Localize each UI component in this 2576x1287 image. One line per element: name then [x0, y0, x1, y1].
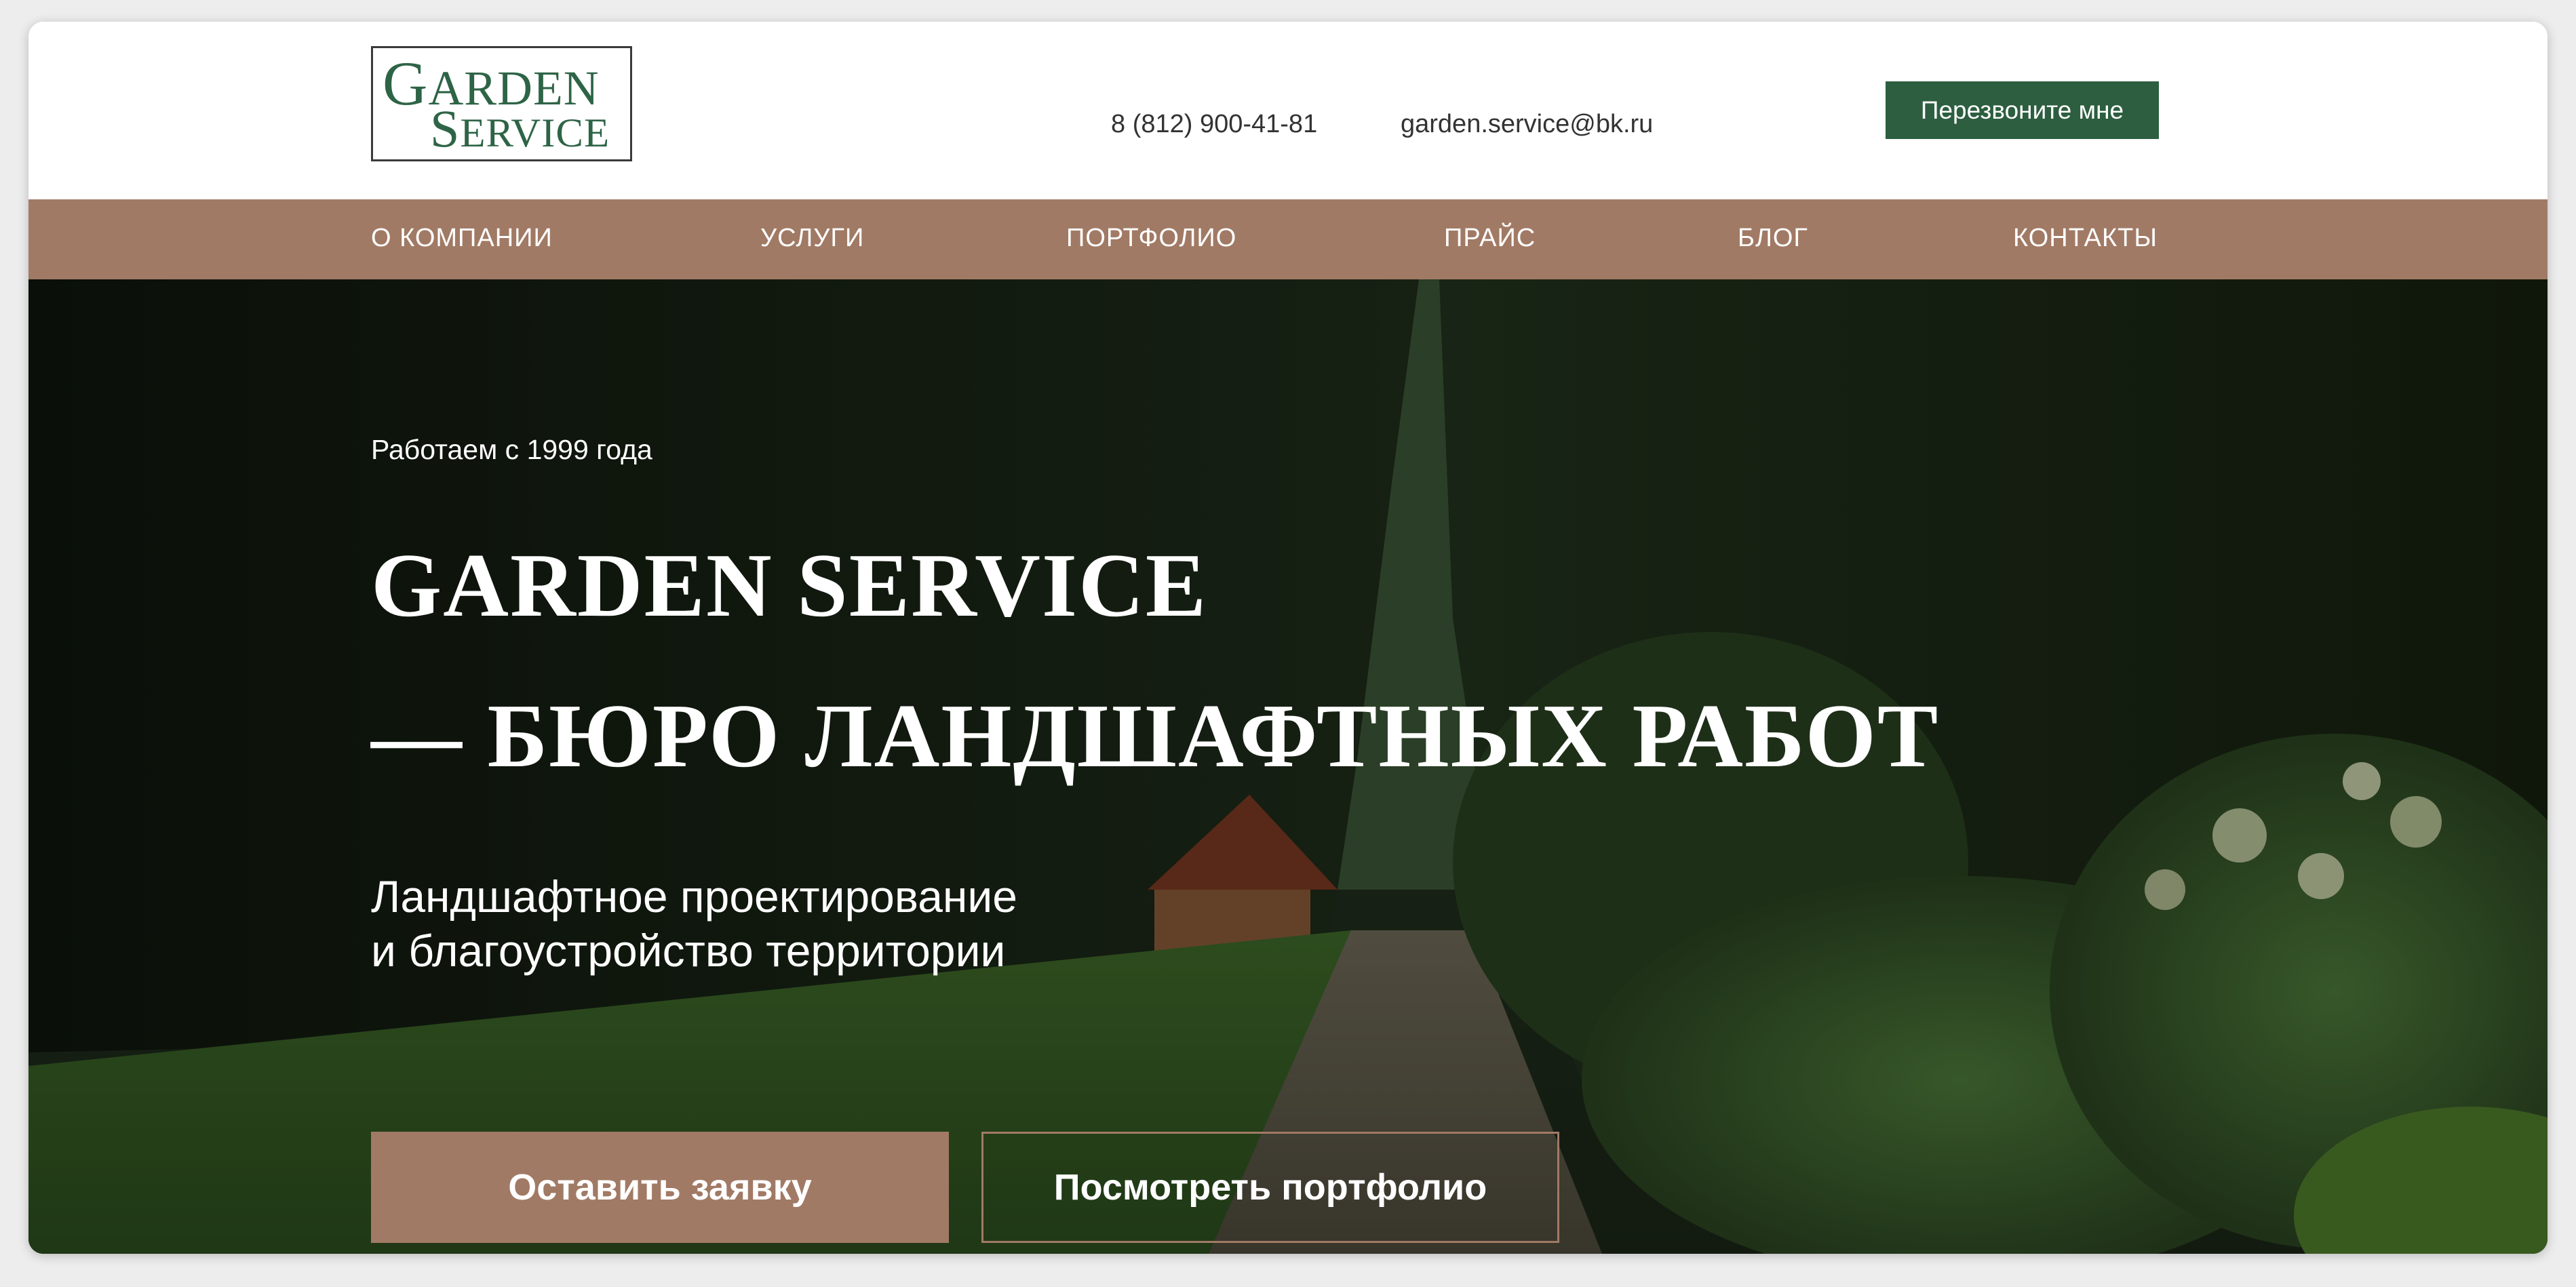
- hero-title: GARDEN SERVICE — БЮРО ЛАНДШАФТНЫХ РАБОТ: [371, 510, 1939, 811]
- nav-item-contacts[interactable]: КОНТАКТЫ: [2013, 224, 2158, 253]
- callback-button[interactable]: Перезвоните мне: [1886, 81, 2159, 139]
- logo-word-service: SERVICE: [430, 99, 610, 158]
- request-button[interactable]: Оставить заявку: [371, 1132, 949, 1243]
- nav-item-portfolio[interactable]: ПОРТФОЛИО: [1066, 224, 1236, 253]
- site-header: GARDEN SERVICE 8 (812) 900-41-81 garden.…: [28, 22, 2548, 199]
- browser-window: GARDEN SERVICE 8 (812) 900-41-81 garden.…: [28, 22, 2548, 1254]
- logo[interactable]: GARDEN SERVICE: [371, 46, 632, 161]
- nav-item-services[interactable]: УСЛУГИ: [760, 224, 864, 253]
- hero-subtitle: Ландшафтное проектирование и благоустрой…: [371, 869, 1017, 978]
- email-link[interactable]: garden.service@bk.ru: [1401, 110, 1653, 139]
- hero-subtitle-line2: и благоустройство территории: [371, 926, 1006, 976]
- hero-subtitle-line1: Ландшафтное проектирование: [371, 871, 1017, 922]
- nav-item-price[interactable]: ПРАЙС: [1444, 224, 1536, 253]
- hero-section: Работаем с 1999 года GARDEN SERVICE — БЮ…: [28, 279, 2548, 1254]
- hero-title-line2: — БЮРО ЛАНДШАФТНЫХ РАБОТ: [371, 686, 1940, 786]
- hero-title-line1: GARDEN SERVICE: [371, 535, 1208, 635]
- nav-item-blog[interactable]: БЛОГ: [1738, 224, 1808, 253]
- hero-since-text: Работаем с 1999 года: [371, 434, 652, 465]
- view-portfolio-button[interactable]: Посмотреть портфолио: [981, 1132, 1559, 1243]
- main-nav: О КОМПАНИИ УСЛУГИ ПОРТФОЛИО ПРАЙС БЛОГ К…: [28, 199, 2548, 279]
- nav-item-about[interactable]: О КОМПАНИИ: [371, 224, 553, 253]
- phone-link[interactable]: 8 (812) 900-41-81: [1111, 110, 1317, 139]
